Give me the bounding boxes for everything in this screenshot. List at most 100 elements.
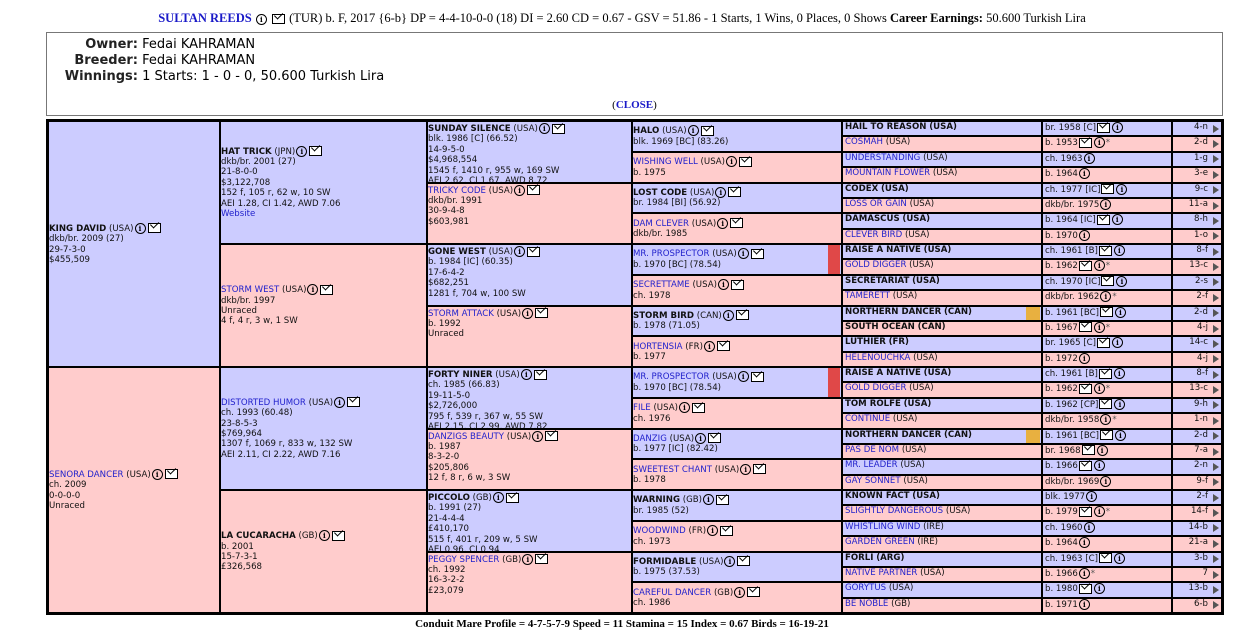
envelope-icon[interactable]	[1078, 322, 1092, 333]
info-icon[interactable]: i	[703, 340, 715, 352]
envelope-icon[interactable]	[739, 156, 753, 167]
horse-name-link[interactable]: LOSS OR GAIN	[845, 199, 907, 209]
expand-arrow-icon[interactable]	[1213, 416, 1219, 425]
info-icon[interactable]: i	[1100, 291, 1112, 303]
horse-name-link[interactable]: SUNDAY SILENCE	[428, 124, 511, 134]
horse-name-link[interactable]: WISHING WELL	[633, 157, 698, 167]
horse-name-link[interactable]: CODEX	[845, 184, 878, 194]
envelope-icon[interactable]	[533, 369, 547, 380]
info-icon[interactable]: i	[1093, 460, 1105, 472]
horse-name-link[interactable]: MR. PROSPECTOR	[633, 372, 710, 382]
info-icon[interactable]: i	[1114, 429, 1126, 441]
horse-name-link[interactable]: GARDEN GREEN	[845, 537, 915, 547]
envelope-icon[interactable]	[730, 218, 744, 229]
horse-name-link[interactable]: SWEETEST CHANT	[633, 465, 712, 475]
horse-name-link[interactable]: SOUTH OCEAN	[845, 322, 915, 332]
horse-name-link[interactable]: DANZIG	[633, 434, 667, 444]
info-icon[interactable]: i	[1111, 122, 1123, 133]
info-icon[interactable]: i	[151, 468, 163, 480]
info-icon[interactable]: i	[715, 186, 727, 198]
envelope-icon[interactable]	[691, 402, 705, 413]
info-icon[interactable]: i	[1093, 383, 1105, 395]
info-icon[interactable]: i	[1093, 506, 1105, 518]
horse-name-link[interactable]: FILE	[633, 403, 651, 413]
info-icon[interactable]: i	[678, 402, 690, 414]
envelope-icon[interactable]	[1078, 460, 1092, 471]
envelope-icon[interactable]	[1078, 383, 1092, 394]
info-icon[interactable]: i	[522, 307, 534, 319]
horse-name-link[interactable]: PAS DE NOM	[845, 445, 899, 455]
horse-name-link[interactable]: STORM BIRD	[633, 311, 694, 321]
info-icon[interactable]: i	[703, 494, 714, 506]
info-icon[interactable]: i	[734, 586, 746, 598]
envelope-icon[interactable]	[527, 185, 541, 195]
info-icon[interactable]: i	[1096, 444, 1108, 456]
horse-name-link[interactable]: WOODWIND	[633, 526, 686, 536]
info-icon[interactable]: i	[1116, 275, 1128, 287]
info-icon[interactable]: i	[514, 246, 526, 257]
envelope-icon[interactable]	[1098, 245, 1112, 256]
horse-name-link[interactable]: WHISTLING WIND	[845, 522, 920, 532]
info-icon[interactable]: i	[707, 525, 719, 537]
horse-name-link[interactable]: MR. LEADER	[845, 460, 898, 470]
info-icon[interactable]: i	[1078, 352, 1090, 364]
expand-arrow-icon[interactable]	[1213, 570, 1219, 579]
info-icon[interactable]: i	[514, 184, 526, 196]
info-icon[interactable]: i	[1083, 521, 1095, 533]
envelope-icon[interactable]	[1081, 445, 1095, 456]
info-icon[interactable]: i	[1083, 152, 1095, 164]
envelope-icon[interactable]	[347, 397, 361, 408]
envelope-icon[interactable]	[527, 246, 541, 257]
envelope-icon[interactable]	[1078, 583, 1092, 594]
expand-arrow-icon[interactable]	[1213, 232, 1219, 241]
info-icon[interactable]: i	[740, 463, 752, 475]
horse-name-link[interactable]: UNDERSTANDING	[845, 153, 920, 163]
horse-name-link[interactable]: HELENOUCHKA	[845, 353, 910, 363]
expand-arrow-icon[interactable]	[1213, 278, 1219, 287]
horse-name-link[interactable]: SENORA DANCER	[49, 470, 124, 480]
expand-arrow-icon[interactable]	[1213, 432, 1219, 441]
horse-name-link[interactable]: BE NOBLE	[845, 599, 888, 609]
horse-name-link[interactable]: GORYTUS	[845, 583, 886, 593]
expand-arrow-icon[interactable]	[1213, 216, 1219, 225]
expand-arrow-icon[interactable]	[1213, 140, 1219, 149]
horse-name-link[interactable]: RAISE A NATIVE	[845, 245, 921, 255]
horse-name-link[interactable]: LA CUCARACHA	[221, 531, 296, 541]
info-icon[interactable]: i	[1078, 168, 1090, 180]
envelope-icon[interactable]	[1096, 122, 1110, 133]
horse-name-link[interactable]: NATIVE PARTNER	[845, 568, 917, 578]
horse-name-link[interactable]: WARNING	[633, 495, 680, 505]
horse-name-link[interactable]: GOLD DIGGER	[845, 260, 906, 270]
info-icon[interactable]: i	[717, 279, 729, 291]
expand-arrow-icon[interactable]	[1213, 124, 1219, 133]
info-icon[interactable]: i	[1114, 398, 1126, 410]
info-icon[interactable]: i	[1116, 183, 1128, 195]
info-icon[interactable]: i	[1113, 552, 1125, 564]
horse-name-link[interactable]: GOLD DIGGER	[845, 383, 906, 393]
info-icon[interactable]: i	[1078, 229, 1090, 241]
expand-arrow-icon[interactable]	[1213, 170, 1219, 179]
envelope-icon[interactable]	[750, 248, 764, 259]
info-icon[interactable]: i	[687, 125, 699, 137]
envelope-icon[interactable]	[735, 310, 749, 321]
envelope-icon[interactable]	[147, 223, 161, 234]
expand-arrow-icon[interactable]	[1213, 447, 1219, 456]
envelope-icon[interactable]	[747, 587, 761, 598]
envelope-icon[interactable]	[505, 492, 519, 503]
info-icon[interactable]: i	[1100, 475, 1112, 487]
expand-arrow-icon[interactable]	[1213, 370, 1219, 379]
info-icon[interactable]: i	[737, 371, 749, 383]
horse-name-link[interactable]: DAMASCUS	[845, 214, 900, 224]
horse-name-link[interactable]: HALO	[633, 126, 659, 136]
info-icon[interactable]: i	[1078, 537, 1090, 549]
horse-name-link[interactable]: HAT TRICK	[221, 147, 272, 157]
info-icon[interactable]: i	[1100, 414, 1112, 426]
info-icon[interactable]: i	[1093, 137, 1105, 149]
horse-name-link[interactable]: RAISE A NATIVE	[845, 368, 921, 378]
horse-name-link[interactable]: SECRETTAME	[633, 280, 690, 290]
horse-name-link[interactable]: DISTORTED HUMOR	[221, 398, 306, 408]
info-icon[interactable]: i	[522, 553, 534, 565]
info-icon[interactable]: i	[726, 156, 738, 168]
info-icon[interactable]: i	[492, 492, 504, 503]
horse-name-link[interactable]: STORM WEST	[221, 285, 279, 295]
